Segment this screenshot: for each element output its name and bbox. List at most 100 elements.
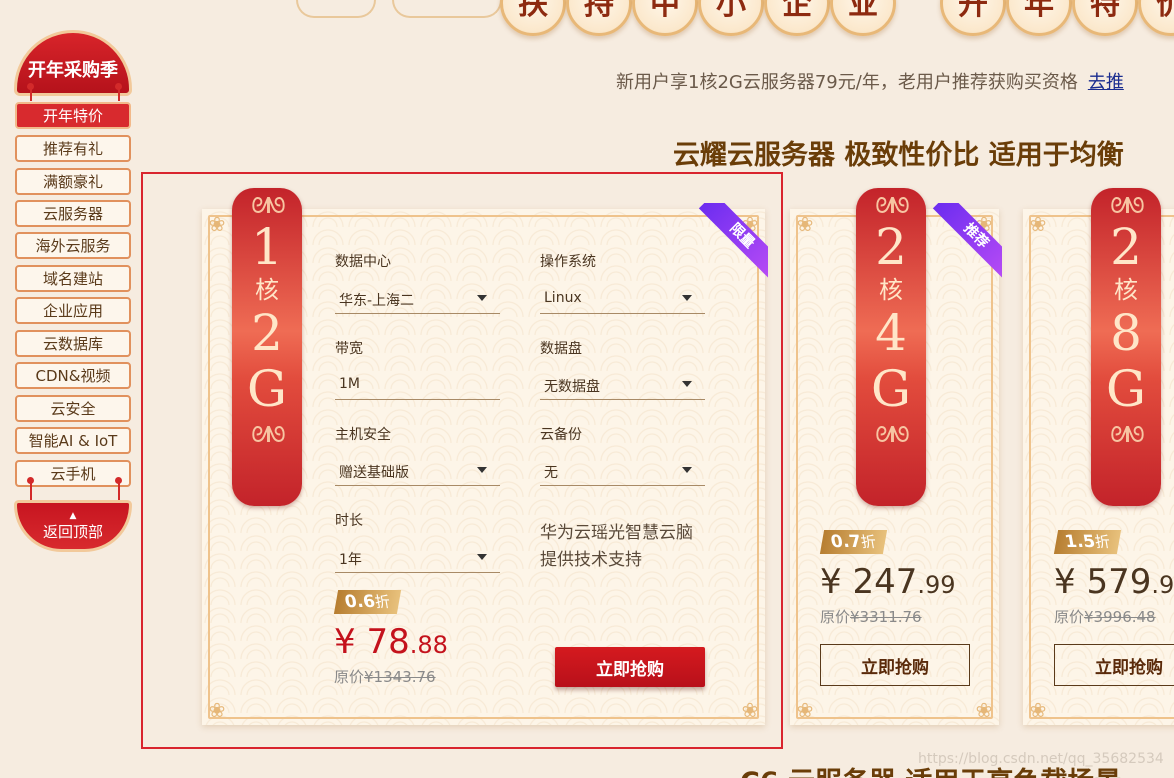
currency-symbol: ¥ [334, 622, 356, 662]
banner-coin: 年 [1006, 0, 1072, 36]
mem-value: 8 [1110, 304, 1142, 362]
banner-coin: 开 [940, 0, 1006, 36]
banner-decor-line [392, 0, 502, 18]
referral-link[interactable]: 去推 [1088, 72, 1124, 93]
corner-ornament-icon: ❀ [1029, 698, 1047, 722]
buy-now-button[interactable]: 立即抢购 [555, 647, 705, 687]
banner-coin: 扶 [500, 0, 566, 36]
duration-select[interactable]: 1年 [335, 541, 500, 573]
datacenter-label: 数据中心 [335, 254, 391, 270]
backup-label: 云备份 [540, 427, 582, 443]
corner-badge-wrap: 限量 [686, 203, 768, 285]
currency-symbol: ¥ [1054, 562, 1076, 602]
discount-badge: 1.5折 [1053, 530, 1122, 554]
security-value: 赠送基础版 [339, 465, 409, 481]
banner-coin: 特 [1072, 0, 1138, 36]
sidebar-knot [27, 477, 34, 484]
cloud-pattern-icon: ᘛᘚ [251, 423, 285, 448]
banner-coin: 小 [698, 0, 764, 36]
tech-support-text: 华为云瑶光智慧云脑 提供技术支持 [540, 520, 693, 574]
banner-coin: 中 [632, 0, 698, 36]
price-integer: 78 [366, 622, 410, 662]
original-price: 原价¥3311.76 [820, 606, 922, 627]
price: ¥ 579.96 [1054, 562, 1174, 602]
sidebar-item-database[interactable]: 云数据库 [15, 330, 131, 357]
sidebar-item-cdn[interactable]: CDN&视频 [15, 362, 131, 389]
security-select[interactable]: 赠送基础版 [335, 454, 500, 486]
sidebar-item-security[interactable]: 云安全 [15, 395, 131, 422]
caret-down-icon [682, 467, 692, 473]
sidebar-knot [27, 83, 34, 90]
mem-value: 2 [251, 304, 283, 362]
original-price: 原价¥3996.48 [1054, 606, 1156, 627]
corner-ornament-icon: ❀ [208, 698, 226, 722]
sidebar-item-gift[interactable]: 满额豪礼 [15, 168, 131, 195]
back-to-top-label: 返回顶部 [42, 522, 103, 541]
caret-down-icon [682, 381, 692, 387]
cpu-unit: 核 [879, 276, 903, 304]
backup-select[interactable]: 无 [540, 454, 705, 486]
corner-ornament-icon: ❀ [975, 698, 993, 722]
limited-badge: 限量 [698, 203, 768, 280]
sidebar-item-ai-iot[interactable]: 智能AI & IoT [15, 427, 131, 454]
original-price-value: ¥3311.76 [850, 608, 922, 626]
original-price-value: ¥3996.48 [1084, 608, 1156, 626]
os-label: 操作系统 [540, 254, 596, 270]
caret-down-icon [477, 295, 487, 301]
cloud-pattern-icon: ᘛᘚ [1110, 194, 1144, 219]
cloud-pattern-icon: ᘛᘚ [1110, 423, 1144, 448]
sidebar-item-overseas[interactable]: 海外云服务 [15, 232, 131, 259]
original-price-prefix: 原价 [1054, 608, 1085, 626]
corner-ornament-icon: ❀ [796, 698, 814, 722]
cpu-value: 1 [251, 218, 283, 276]
sidebar-item-enterprise[interactable]: 企业应用 [15, 297, 131, 324]
buy-now-button[interactable]: 立即抢购 [1054, 644, 1174, 686]
discount-badge: 0.6折 [333, 590, 402, 614]
cpu-unit: 核 [255, 276, 279, 304]
cpu-value: 2 [1110, 218, 1142, 276]
discount-unit: 折 [859, 533, 878, 551]
caret-down-icon [682, 295, 692, 301]
backup-value: 无 [544, 465, 558, 481]
discount-unit: 折 [373, 593, 392, 611]
caret-down-icon [477, 554, 487, 560]
os-value: Linux [544, 290, 582, 306]
currency-symbol: ¥ [820, 562, 842, 602]
banner-coin: 业 [830, 0, 896, 36]
mem-unit: G [247, 360, 287, 418]
os-select[interactable]: Linux [540, 282, 705, 314]
sidebar-item-cloud-server[interactable]: 云服务器 [15, 200, 131, 227]
back-to-top-button[interactable]: ▲ 返回顶部 [14, 500, 132, 552]
price-integer: 579 [1086, 562, 1152, 602]
caret-down-icon [477, 467, 487, 473]
discount-badge: 0.7折 [819, 530, 888, 554]
buy-now-button[interactable]: 立即抢购 [820, 644, 970, 686]
datacenter-select[interactable]: 华东-上海二 [335, 282, 500, 314]
sidebar-item-new-year-sale[interactable]: 开年特价 [15, 102, 131, 129]
discount-value: 0.7 [829, 532, 863, 552]
tech-support-line: 华为云瑶光智慧云脑 [540, 523, 693, 543]
spec-ribbon: ᘛᘚ 2 核 4 G ᘛᘚ [856, 188, 926, 506]
corner-badge-wrap: 推荐 [920, 203, 1002, 285]
price-decimal: .99 [917, 571, 956, 599]
cloud-pattern-icon: ᘛᘚ [251, 194, 285, 219]
corner-ornament-icon: ❀ [741, 698, 759, 722]
cloud-pattern-icon: ᘛᘚ [875, 194, 909, 219]
spec-ribbon: ᘛᘚ 1 核 2 G ᘛᘚ [232, 188, 302, 506]
section-title: 云耀云服务器 极致性价比 适用于均衡 [673, 140, 1124, 171]
bandwidth-select[interactable]: 1M [335, 368, 500, 400]
discount-value: 1.5 [1063, 532, 1097, 552]
original-price-prefix: 原价 [820, 608, 851, 626]
sidebar-item-referral[interactable]: 推荐有礼 [15, 135, 131, 162]
discount-unit: 折 [1093, 533, 1112, 551]
cpu-unit: 核 [1114, 276, 1138, 304]
duration-value: 1年 [339, 552, 362, 568]
sidebar-item-domain[interactable]: 域名建站 [15, 265, 131, 292]
corner-ornament-icon: ❀ [1029, 212, 1047, 236]
duration-label: 时长 [335, 513, 363, 529]
price-decimal: .96 [1151, 571, 1174, 599]
disk-select[interactable]: 无数据盘 [540, 368, 705, 400]
watermark: https://blog.csdn.net/qq_35682534 [918, 751, 1164, 767]
corner-ornament-icon: ❀ [796, 212, 814, 236]
cpu-value: 2 [875, 218, 907, 276]
